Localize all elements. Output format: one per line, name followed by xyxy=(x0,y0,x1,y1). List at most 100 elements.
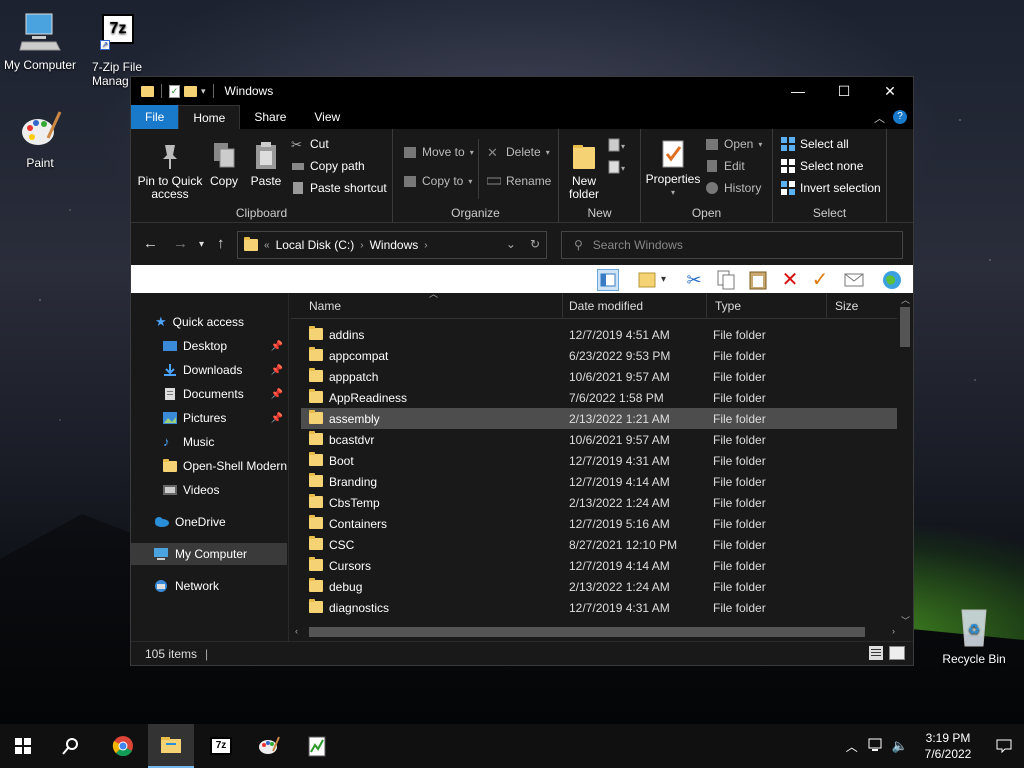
desktop-icon-paint[interactable]: Paint xyxy=(0,108,80,170)
column-header-date[interactable]: Date modified xyxy=(561,293,707,319)
breadcrumb-chevron-icon[interactable]: › xyxy=(360,240,363,251)
nav-quick-access[interactable]: ★ Quick access xyxy=(131,311,287,333)
table-row[interactable]: Containers 12/7/2019 5:16 AM File folder xyxy=(301,513,897,534)
email-icon[interactable] xyxy=(843,269,865,291)
customize-dropdown-icon[interactable]: ▾ xyxy=(201,86,206,97)
scroll-down-arrow-icon[interactable]: ﹀ xyxy=(901,614,910,627)
table-row[interactable]: appcompat 6/23/2022 9:53 PM File folder xyxy=(301,345,897,366)
scrollbar-thumb[interactable] xyxy=(900,307,910,347)
delete-button[interactable]: ✕ Delete ▾ xyxy=(487,145,550,160)
scroll-left-arrow-icon[interactable]: ‹ xyxy=(295,626,298,636)
search-icon[interactable] xyxy=(48,724,94,768)
show-hidden-icons-chevron-icon[interactable]: ︿ xyxy=(846,738,858,755)
nav-pictures[interactable]: Pictures 📌 xyxy=(131,407,287,429)
copy-icon[interactable] xyxy=(715,269,737,291)
breadcrumb-windows[interactable]: Windows xyxy=(370,238,419,252)
properties-check-icon[interactable]: ✓ xyxy=(809,269,831,291)
refresh-icon[interactable]: ↻ xyxy=(530,237,540,251)
breadcrumb-local-disk[interactable]: Local Disk (C:) xyxy=(276,238,355,252)
table-row[interactable]: Boot 12/7/2019 4:31 AM File folder xyxy=(301,450,897,471)
table-row[interactable]: apppatch 10/6/2021 9:57 AM File folder xyxy=(301,366,897,387)
table-row[interactable]: addins 12/7/2019 4:51 AM File folder xyxy=(301,324,897,345)
pin-icon[interactable]: 📌 xyxy=(271,341,283,352)
column-header-type[interactable]: Type xyxy=(707,293,827,319)
table-row[interactable]: diagnostics 12/7/2019 4:31 AM File folder xyxy=(301,597,897,618)
pin-to-quick-access-button[interactable]: Pin to Quick access xyxy=(137,141,203,201)
table-row[interactable]: CSC 8/27/2021 12:10 PM File folder xyxy=(301,534,897,555)
nav-onedrive[interactable]: OneDrive xyxy=(131,511,287,533)
history-button[interactable]: History xyxy=(705,181,761,195)
pin-icon[interactable]: 📌 xyxy=(271,413,283,424)
address-field[interactable]: « Local Disk (C:) › Windows › ⌄ ↻ xyxy=(237,231,547,259)
nav-downloads[interactable]: Downloads 📌 xyxy=(131,359,287,381)
nav-open-shell-modern[interactable]: Open-Shell Modern xyxy=(131,455,287,477)
copy-button[interactable]: Copy xyxy=(207,141,241,188)
copy-path-button[interactable]: Copy path xyxy=(291,159,365,173)
chrome-icon[interactable] xyxy=(100,724,146,768)
search-box[interactable]: ⚲ Search Windows xyxy=(561,231,903,259)
nav-network[interactable]: Network xyxy=(131,575,287,597)
paste-shortcut-button[interactable]: Paste shortcut xyxy=(291,181,387,195)
network-tray-icon[interactable] xyxy=(868,738,884,755)
edit-button[interactable]: Edit xyxy=(705,159,745,173)
7zip-taskbar-icon[interactable]: 7z xyxy=(198,724,244,768)
select-all-button[interactable]: Select all xyxy=(781,137,849,151)
horizontal-scrollbar[interactable]: ‹ › xyxy=(291,623,897,641)
new-folder-button[interactable]: New folder xyxy=(565,141,603,201)
scroll-right-arrow-icon[interactable]: › xyxy=(892,626,895,636)
paint-taskbar-icon[interactable] xyxy=(246,724,292,768)
help-icon[interactable]: ? xyxy=(893,110,907,124)
table-row[interactable]: CbsTemp 2/13/2022 1:24 AM File folder xyxy=(301,492,897,513)
table-row[interactable]: AppReadiness 7/6/2022 1:58 PM File folder xyxy=(301,387,897,408)
maximize-button[interactable]: ☐ xyxy=(821,77,867,105)
paste-button[interactable]: Paste xyxy=(249,141,283,188)
properties-check-icon[interactable]: ✓ xyxy=(169,84,180,98)
scroll-up-arrow-icon[interactable]: ︿ xyxy=(901,293,910,306)
tab-file[interactable]: File xyxy=(131,105,179,129)
table-row[interactable]: debug 2/13/2022 1:24 AM File folder xyxy=(301,576,897,597)
large-icons-view-icon[interactable] xyxy=(889,646,905,660)
up-arrow-icon[interactable]: ↑ xyxy=(217,235,225,252)
tab-share[interactable]: Share xyxy=(240,105,300,129)
view-dropdown-icon[interactable]: ▾ xyxy=(661,269,673,291)
notification-center-icon[interactable] xyxy=(984,739,1024,753)
file-explorer-taskbar-icon[interactable] xyxy=(148,724,194,768)
close-button[interactable]: ✕ xyxy=(867,77,913,105)
desktop-icon-recycle-bin[interactable]: ♻ Recycle Bin xyxy=(934,604,1014,666)
vertical-scrollbar[interactable]: ︿ ﹀ xyxy=(897,295,913,626)
properties-button[interactable]: Properties ▾ xyxy=(645,139,701,199)
desktop-icon-my-computer[interactable]: My Computer xyxy=(0,10,80,72)
breadcrumb-chevron-icon[interactable]: › xyxy=(424,240,427,251)
table-row[interactable]: Cursors 12/7/2019 4:14 AM File folder xyxy=(301,555,897,576)
easy-access-button[interactable]: ▾ xyxy=(607,159,629,180)
forward-arrow-icon[interactable]: → xyxy=(173,235,188,252)
table-row[interactable]: Branding 12/7/2019 4:14 AM File folder xyxy=(301,471,897,492)
tab-home[interactable]: Home xyxy=(178,105,241,129)
address-dropdown-icon[interactable]: ⌄ xyxy=(506,237,516,251)
cut-scissors-icon[interactable]: ✂ xyxy=(683,269,705,291)
table-row[interactable]: assembly 2/13/2022 1:21 AM File folder xyxy=(301,408,897,429)
notepad-chart-taskbar-icon[interactable] xyxy=(294,724,340,768)
navigation-pane-toggle-icon[interactable] xyxy=(597,269,619,291)
move-to-button[interactable]: Move to ▾ xyxy=(403,145,474,159)
rename-button[interactable]: Rename xyxy=(486,174,551,188)
pin-icon[interactable]: 📌 xyxy=(271,365,283,376)
new-folder-icon[interactable] xyxy=(184,85,197,97)
details-view-icon[interactable] xyxy=(869,646,883,660)
invert-selection-button[interactable]: Invert selection xyxy=(781,181,881,195)
breadcrumb-overflow[interactable]: « xyxy=(264,240,270,251)
table-row[interactable]: bcastdvr 10/6/2021 9:57 AM File folder xyxy=(301,429,897,450)
delete-x-icon[interactable]: ✕ xyxy=(779,269,801,291)
nav-music[interactable]: ♪ Music xyxy=(131,431,287,453)
folder-options-icon[interactable] xyxy=(637,269,659,291)
open-button[interactable]: Open ▾ xyxy=(705,137,762,151)
copy-to-button[interactable]: Copy to ▾ xyxy=(403,174,472,188)
nav-documents[interactable]: Documents 📌 xyxy=(131,383,287,405)
volume-icon[interactable]: 🔈 xyxy=(892,738,908,754)
internet-globe-icon[interactable] xyxy=(881,269,903,291)
minimize-button[interactable]: — xyxy=(775,77,821,105)
new-item-button[interactable]: ▾ xyxy=(607,137,629,158)
nav-desktop[interactable]: Desktop 📌 xyxy=(131,335,287,357)
column-header-size[interactable]: Size xyxy=(827,293,899,319)
nav-videos[interactable]: Videos xyxy=(131,479,287,501)
